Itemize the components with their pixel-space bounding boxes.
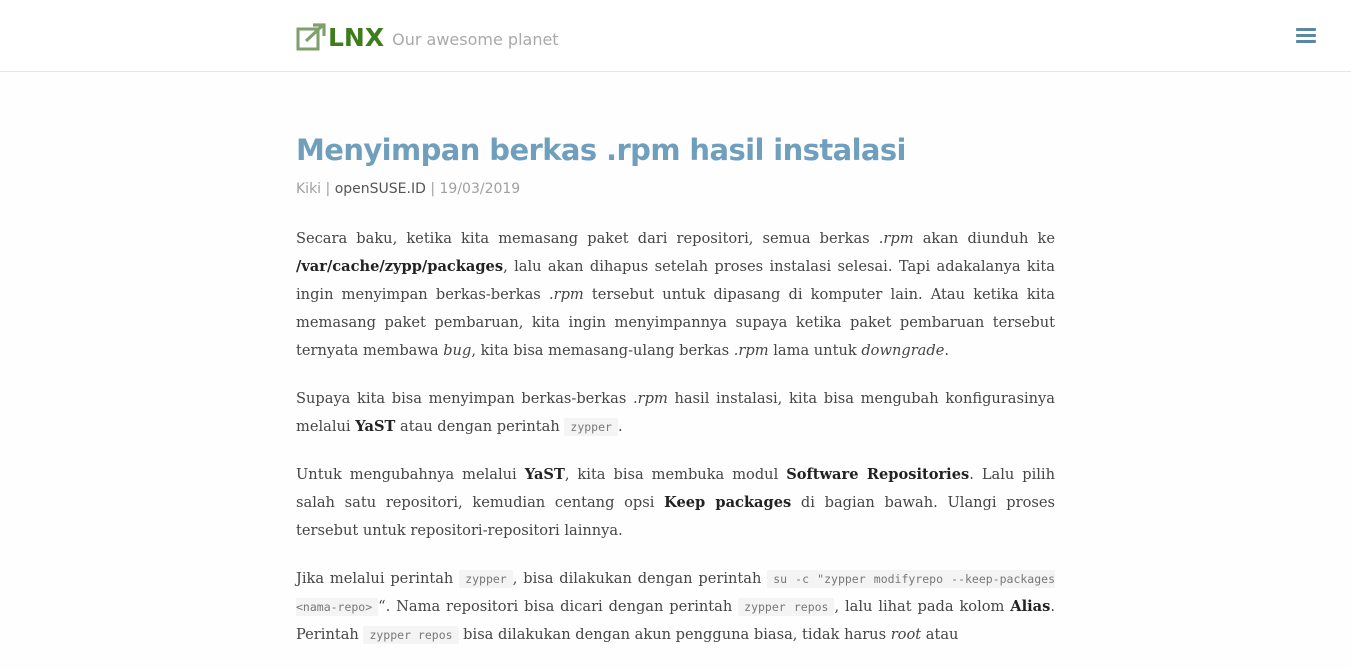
site-logo[interactable]: LNX Our awesome planet [296, 22, 559, 52]
inline-code: zypper repos [738, 598, 835, 616]
article-title[interactable]: Menyimpan berkas .rpm hasil instalasi [296, 128, 1055, 172]
paragraph-1: Secara baku, ketika kita memasang paket … [296, 230, 1055, 359]
paragraph-4: Jika melalui perintah zypper, bisa dilak… [296, 570, 1055, 644]
external-link-icon [296, 23, 326, 51]
article-body: Secara baku, ketika kita memasang paket … [296, 225, 1055, 649]
logo-text: LNX [328, 22, 385, 52]
article: Menyimpan berkas .rpm hasil instalasi Ki… [296, 128, 1055, 669]
inline-code: zypper [459, 570, 513, 588]
hamburger-menu-icon[interactable] [1296, 28, 1316, 44]
site-tagline: Our awesome planet [392, 29, 559, 49]
site-header: LNX Our awesome planet [0, 0, 1351, 72]
paragraph-3: Untuk mengubahnya melalui YaST, kita bis… [296, 466, 1055, 539]
inline-code: zypper repos [363, 626, 459, 644]
article-meta: Kiki | openSUSE.ID | 19/03/2019 [296, 181, 521, 197]
post-date: 19/03/2019 [439, 181, 521, 197]
inline-code: zypper [564, 418, 618, 436]
author: Kiki [296, 181, 322, 197]
paragraph-2: Supaya kita bisa menyimpan berkas-berkas… [296, 390, 1056, 436]
category-link[interactable]: openSUSE.ID [335, 181, 426, 197]
